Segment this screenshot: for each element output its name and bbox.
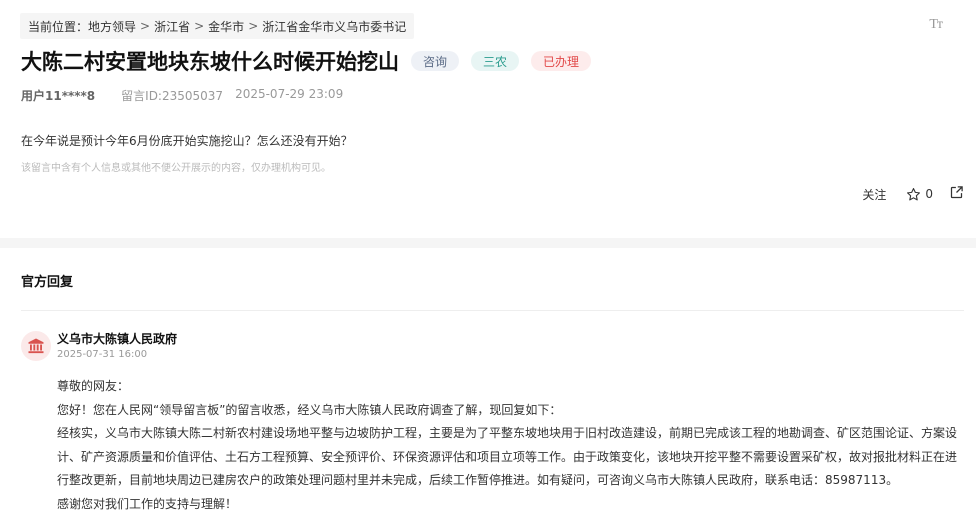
breadcrumb-item-region[interactable]: 地方领导 — [88, 18, 136, 35]
tag-consult: 咨询 — [411, 51, 460, 71]
post-actions: 关注 0 — [862, 185, 964, 203]
reply-date: 2025-07-31 16:00 — [57, 349, 148, 360]
breadcrumb-separator: > — [194, 19, 205, 33]
government-building-icon — [28, 338, 44, 354]
star-count: 0 — [925, 187, 933, 201]
breadcrumb-separator: > — [248, 19, 259, 33]
post-user: 用户11****8 — [21, 89, 96, 103]
avatar — [21, 331, 51, 361]
breadcrumb-item-province[interactable]: 浙江省 — [154, 18, 190, 35]
post-datetime: 2025-07-29 23:09 — [235, 87, 344, 101]
title-row: 大陈二村安置地块东坡什么时候开始挖山 咨询 三农 已办理 — [21, 46, 592, 76]
section-gap — [0, 238, 976, 248]
reply-closing: 感谢您对我们工作的支持与理解！ — [57, 496, 238, 511]
reply-greeting: 尊敬的网友： — [57, 379, 130, 393]
divider — [21, 310, 964, 311]
star-button[interactable]: 0 — [906, 187, 933, 202]
breadcrumb-item-city[interactable]: 金华市 — [208, 18, 244, 35]
privacy-note: 该留言中含有个人信息或其他不便公开展示的内容，仅办理机构可见。 — [21, 163, 331, 174]
star-icon — [907, 187, 921, 200]
question-text: 在今年说是预计今年6月份底开始实施挖山？怎么还没有开始？ — [21, 134, 353, 148]
post-meta: 用户11****8 留言ID:23505037 2025-07-29 23:09 — [21, 87, 343, 104]
share-button[interactable] — [949, 185, 964, 203]
status-badge: 已办理 — [531, 51, 592, 71]
page-title: 大陈二村安置地块东坡什么时候开始挖山 — [21, 50, 399, 74]
reply-content: 经核实，义乌市大陈镇大陈二村新农村建设场地平整与边坡防护工程，主要是为了平整东坡… — [57, 426, 958, 487]
breadcrumb-separator: > — [140, 19, 151, 33]
font-size-icon[interactable]: Tт — [929, 17, 943, 33]
share-icon — [950, 186, 963, 199]
breadcrumb: 当前位置： 地方领导 > 浙江省 > 金华市 > 浙江省金华市义乌市委书记 — [20, 13, 415, 39]
follow-button[interactable]: 关注 — [862, 186, 886, 203]
official-reply-title: 官方回复 — [21, 275, 74, 290]
breadcrumb-item-leader[interactable]: 浙江省金华市义乌市委书记 — [262, 18, 406, 35]
breadcrumb-prefix: 当前位置： — [28, 19, 89, 34]
reply-intro: 您好！您在人民网“领导留言板”的留言收悉，经义乌市大陈镇人民政府调查了解，现回复… — [57, 402, 562, 417]
reply-body: 尊敬的网友： 您好！您在人民网“领导留言板”的留言收悉，经义乌市大陈镇人民政府调… — [57, 375, 967, 516]
tag-sannong: 三农 — [471, 51, 520, 71]
message-id: 留言ID:23505037 — [121, 89, 224, 103]
reply-org-name: 义乌市大陈镇人民政府 — [57, 332, 178, 346]
